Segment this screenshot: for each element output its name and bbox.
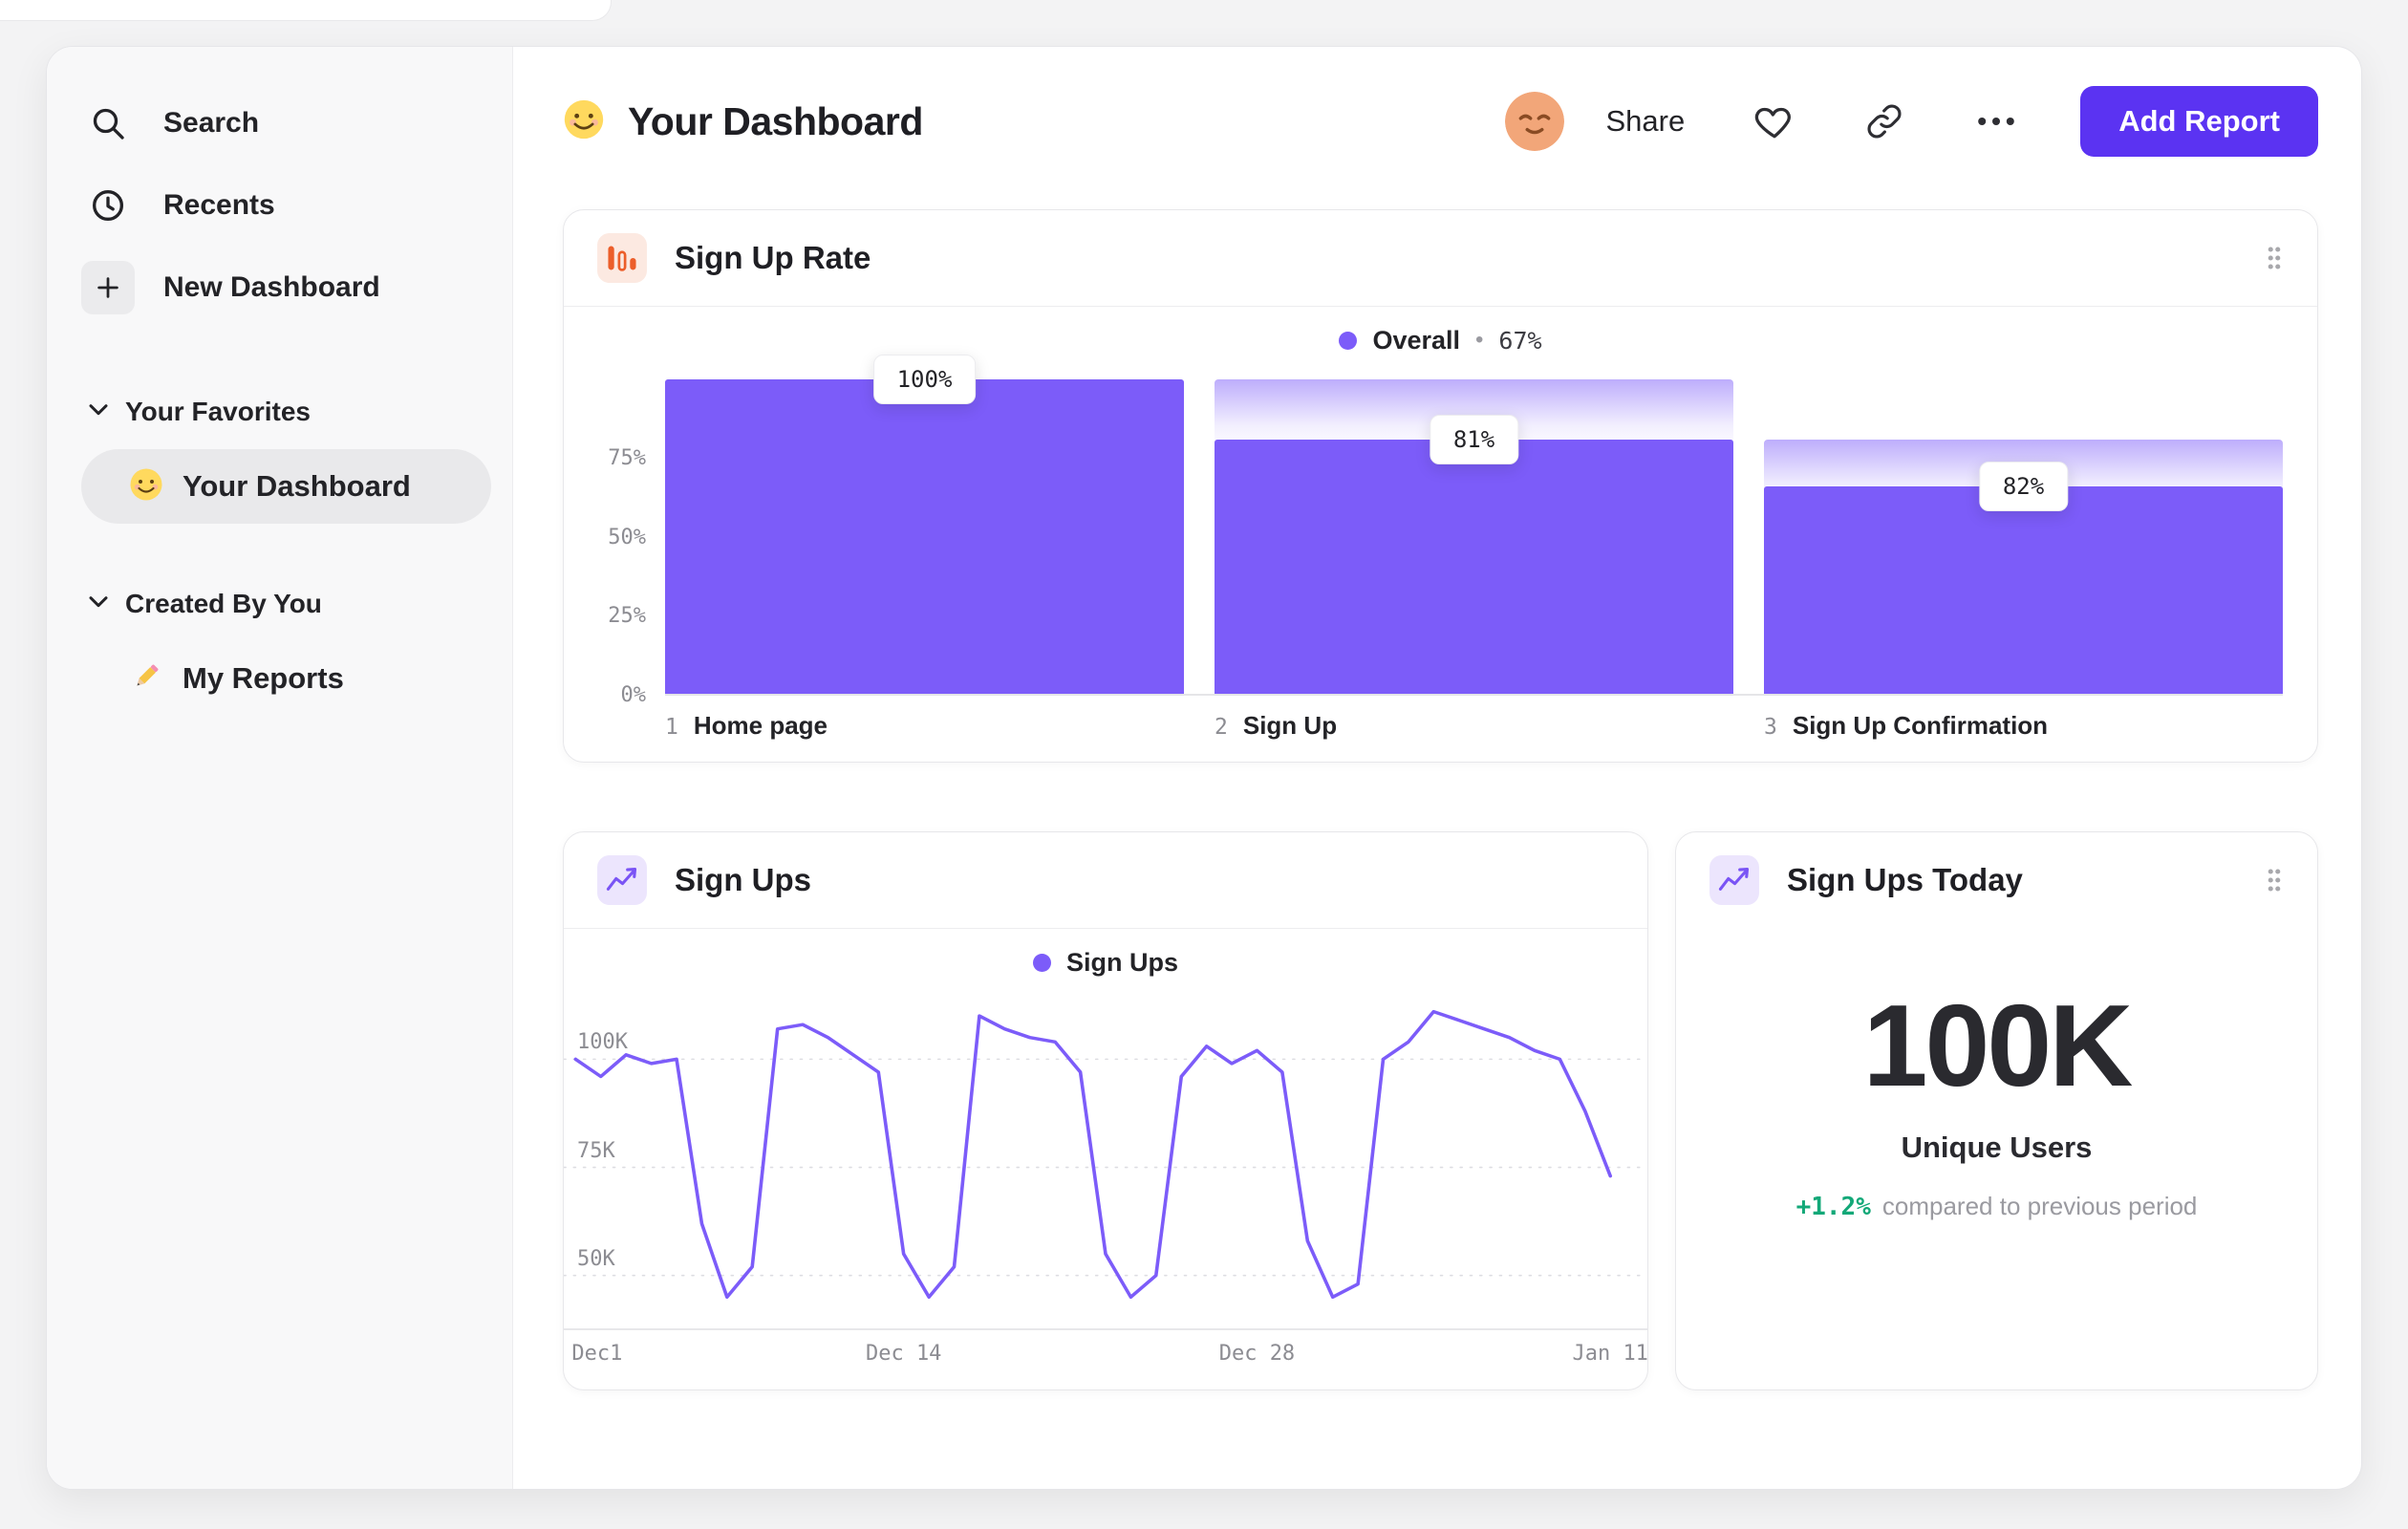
y-tick: 75% [608, 445, 646, 470]
section-title: Your Favorites [125, 397, 311, 426]
add-report-button[interactable]: Add Report [2080, 86, 2318, 157]
funnel-chart-icon [596, 232, 648, 284]
funnel-step-label: 3 Sign Up Confirmation [1764, 711, 2283, 741]
sidebar-item-label: Search [163, 107, 260, 139]
x-tick: Dec 28 [1218, 1342, 1296, 1366]
x-tick: Dec1 [571, 1342, 623, 1366]
app-window: Search Recents New Dashboard Your Favori… [46, 46, 2362, 1490]
funnel-step-label: 1 Home page [665, 711, 1184, 741]
more-options-icon[interactable] [1973, 98, 2019, 144]
funnel-step-column: 81% [1215, 379, 1733, 694]
step-name: Sign Up [1242, 711, 1338, 740]
funnel-step-column: 100% [665, 355, 1184, 694]
legend-dot [1032, 953, 1051, 972]
line-chart-icon [596, 854, 648, 906]
funnel-bars: 100% 81% 82% [665, 355, 2283, 696]
y-tick: 75K [577, 1138, 615, 1163]
stat-value: 100K [1862, 980, 2134, 1110]
sign-up-rate-card: Sign Up Rate Overall • 67% 75% 50% 25% 0… [563, 209, 2318, 763]
page-title: Your Dashboard [628, 98, 923, 143]
funnel-value-chip: 81% [1429, 414, 1519, 464]
section-created-by-you[interactable]: Created By You [89, 575, 491, 633]
x-tick: Jan 11 [1572, 1342, 1648, 1366]
line-chart-icon [1709, 854, 1760, 906]
line-legend[interactable]: Sign Ups [564, 929, 1647, 996]
delta-value: +1.2% [1795, 1193, 1871, 1221]
share-button[interactable]: Share [1606, 104, 1686, 139]
y-tick: 50K [577, 1246, 615, 1271]
sign-ups-line-chart[interactable]: 100K 75K 50K [564, 996, 1647, 1330]
sidebar-item-label: New Dashboard [163, 271, 380, 303]
legend-label: Sign Ups [1065, 947, 1178, 977]
sign-ups-today-card: Sign Ups Today 100K Unique Users +1.2% co… [1675, 831, 2318, 1390]
legend-dot [1339, 331, 1358, 350]
pencil-emoji-icon [129, 659, 163, 699]
sidebar-item-my-reports[interactable]: My Reports [81, 641, 491, 716]
x-tick: Dec 14 [865, 1342, 942, 1366]
funnel-step-column: 82% [1764, 379, 2283, 694]
card-title: Sign Ups [675, 862, 812, 897]
step-number: 2 [1215, 715, 1228, 740]
sidebar-item-new-dashboard[interactable]: New Dashboard [81, 247, 491, 329]
dashboard-header: Your Dashboard Share Add Report [563, 86, 2318, 157]
main-content: Your Dashboard Share Add Report Sign Up … [513, 47, 2361, 1489]
search-icon [81, 97, 135, 150]
stat-unit-label: Unique Users [1901, 1131, 2093, 1164]
funnel-bar-solid[interactable] [1764, 485, 2283, 694]
signups-line-svg [564, 1009, 1647, 1330]
delta-note: compared to previous period [1881, 1192, 2198, 1220]
chevron-down-icon [89, 403, 108, 421]
y-tick: 100K [577, 1030, 628, 1055]
sidebar-item-search[interactable]: Search [81, 82, 491, 164]
chevron-down-icon [89, 595, 108, 614]
step-number: 3 [1764, 715, 1777, 740]
y-tick: 50% [608, 525, 646, 549]
background-window-edge [0, 0, 612, 21]
sidebar-item-your-dashboard[interactable]: Your Dashboard [81, 449, 491, 524]
step-name: Home page [693, 711, 828, 740]
funnel-legend[interactable]: Overall • 67% [564, 307, 2317, 374]
sidebar-item-label: My Reports [183, 661, 344, 695]
stat-delta-row: +1.2% compared to previous period [1676, 1192, 2317, 1221]
step-number: 1 [665, 715, 678, 740]
card-title: Sign Ups Today [1787, 862, 2023, 897]
sidebar-item-label: Recents [163, 189, 275, 221]
line-x-axis: Dec1 Dec 14 Dec 28 Jan 11 [564, 1330, 1648, 1376]
funnel-y-axis: 75% 50% 25% 0% [583, 379, 665, 707]
drag-handle-icon[interactable] [2264, 244, 2285, 272]
legend-separator: • [1475, 327, 1484, 353]
funnel-step-labels: 1 Home page 2 Sign Up 3 Sign Up Confirma… [564, 696, 2317, 741]
funnel-step-label: 2 Sign Up [1215, 711, 1733, 741]
section-title: Created By You [125, 589, 322, 618]
funnel-bar-solid[interactable] [665, 379, 1184, 694]
legend-label: Overall [1372, 325, 1460, 355]
stat-body: 100K Unique Users +1.2% compared to previ… [1676, 987, 2317, 1221]
sidebar-item-label: Your Dashboard [183, 469, 411, 503]
card-title: Sign Up Rate [675, 240, 871, 275]
funnel-bar-solid[interactable] [1215, 439, 1733, 694]
funnel-value-chip: 100% [872, 355, 977, 404]
section-your-favorites[interactable]: Your Favorites [89, 383, 491, 441]
funnel-value-chip: 82% [1978, 461, 2069, 511]
copy-link-icon[interactable] [1864, 101, 1904, 141]
clock-icon [81, 179, 135, 232]
smiley-emoji-icon [129, 467, 163, 506]
sign-ups-card: Sign Ups Sign Ups 100K 75K 50K Dec1 Dec … [563, 831, 1648, 1390]
legend-value: 67% [1498, 326, 1542, 355]
step-name: Sign Up Confirmation [1792, 711, 2049, 740]
funnel-chart: 75% 50% 25% 0% 100% 81% 82% [564, 355, 2317, 707]
sidebar-item-recents[interactable]: Recents [81, 164, 491, 247]
user-avatar[interactable] [1504, 92, 1564, 151]
y-tick: 25% [608, 604, 646, 629]
y-tick: 0% [620, 683, 647, 707]
sidebar: Search Recents New Dashboard Your Favori… [47, 47, 513, 1489]
drag-handle-icon[interactable] [2264, 866, 2285, 894]
favorite-heart-icon[interactable] [1753, 100, 1795, 142]
smiley-emoji-icon [563, 98, 605, 145]
plus-icon [81, 261, 135, 314]
